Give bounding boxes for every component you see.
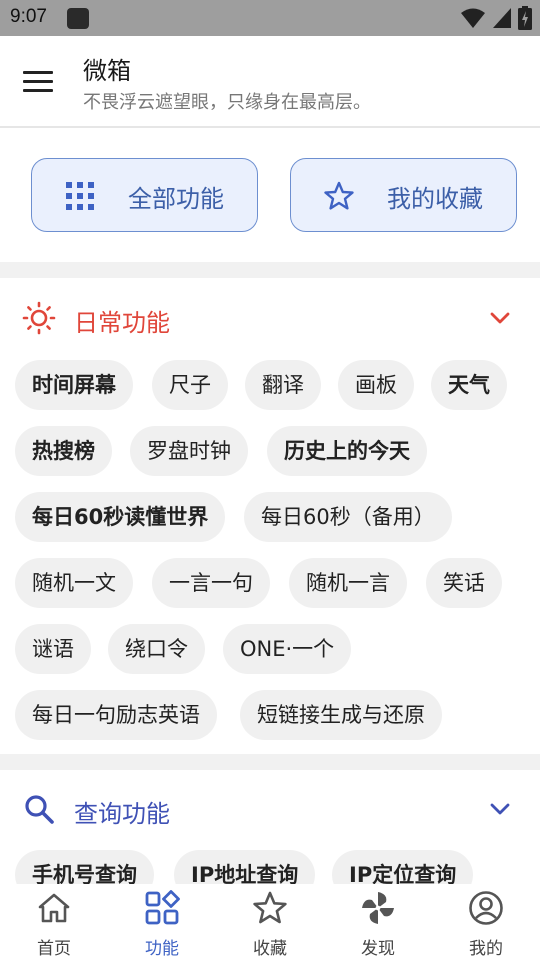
status-time: 9:07	[10, 6, 47, 27]
chip-random-article[interactable]: 随机一文	[15, 558, 133, 608]
nav-mine-label: 我的	[469, 939, 503, 959]
chevron-down-icon[interactable]	[490, 802, 510, 816]
my-favorites-button[interactable]: 我的收藏	[290, 158, 517, 232]
all-functions-button[interactable]: 全部功能	[31, 158, 258, 232]
menu-icon[interactable]	[23, 71, 53, 93]
account-icon	[469, 891, 503, 925]
pinwheel-icon	[362, 892, 394, 924]
chip-today-in-history[interactable]: 历史上的今天	[267, 426, 427, 476]
chip-ip-location[interactable]: IP定位查询	[332, 850, 474, 884]
nav-favorites-label: 收藏	[253, 939, 287, 959]
daily-functions-header[interactable]: 日常功能	[0, 287, 540, 351]
home-icon	[38, 893, 70, 923]
my-favorites-label: 我的收藏	[387, 185, 483, 213]
bottom-navigation: 首页 功能 收藏 发现 我的	[0, 884, 540, 960]
chip-60s-news[interactable]: 每日60秒读懂世界	[15, 492, 226, 542]
daily-functions-title: 日常功能	[74, 309, 170, 337]
app-bar: 微箱 不畏浮云遮望眼，只缘身在最高层。	[0, 36, 540, 128]
battery-icon	[518, 6, 532, 30]
chip-tongue-twister[interactable]: 绕口令	[108, 624, 205, 674]
chip-translate[interactable]: 翻译	[245, 360, 321, 410]
chip-one-quote[interactable]: 一言一句	[152, 558, 270, 608]
divider	[0, 754, 540, 770]
nav-home-label: 首页	[37, 939, 71, 959]
status-bar: 9:07	[0, 0, 540, 36]
signal-icon	[493, 8, 511, 28]
chip-ruler[interactable]: 尺子	[152, 360, 228, 410]
star-outline-icon	[253, 891, 287, 924]
chip-phone-lookup[interactable]: 手机号查询	[15, 850, 154, 884]
chip-one[interactable]: ONE·一个	[223, 624, 352, 674]
chip-time-screen[interactable]: 时间屏幕	[15, 360, 133, 410]
apps-icon	[145, 890, 180, 925]
search-icon	[25, 795, 54, 824]
grid-icon	[66, 182, 94, 210]
sun-icon	[22, 301, 56, 335]
chip-60s-news-backup[interactable]: 每日60秒（备用）	[244, 492, 452, 542]
divider	[0, 262, 540, 278]
nav-discover[interactable]: 发现	[324, 884, 432, 960]
nav-discover-label: 发现	[361, 939, 395, 959]
all-functions-label: 全部功能	[128, 185, 224, 213]
chevron-down-icon[interactable]	[490, 311, 510, 325]
chip-random-quote[interactable]: 随机一言	[289, 558, 407, 608]
query-chip-group: 手机号查询 IP地址查询 IP定位查询	[0, 848, 540, 884]
wifi-icon	[461, 8, 485, 28]
star-icon	[324, 181, 354, 210]
chip-short-link[interactable]: 短链接生成与还原	[240, 690, 442, 740]
chip-ip-lookup[interactable]: IP地址查询	[174, 850, 316, 884]
nav-functions-label: 功能	[145, 939, 179, 959]
query-functions-header[interactable]: 查询功能	[0, 778, 540, 842]
nav-functions[interactable]: 功能	[108, 884, 216, 960]
chip-drawing-board[interactable]: 画板	[338, 360, 414, 410]
nav-mine[interactable]: 我的	[432, 884, 540, 960]
nav-favorites[interactable]: 收藏	[216, 884, 324, 960]
query-functions-title: 查询功能	[74, 800, 170, 828]
chip-weather[interactable]: 天气	[431, 360, 507, 410]
app-title: 微箱	[83, 57, 131, 85]
chip-riddles[interactable]: 谜语	[15, 624, 91, 674]
chip-hot-search[interactable]: 热搜榜	[15, 426, 112, 476]
app-subtitle: 不畏浮云遮望眼，只缘身在最高层。	[83, 92, 371, 113]
notification-icon	[67, 8, 89, 29]
nav-home[interactable]: 首页	[0, 884, 108, 960]
chip-compass-clock[interactable]: 罗盘时钟	[130, 426, 248, 476]
chip-daily-english[interactable]: 每日一句励志英语	[15, 690, 217, 740]
chip-jokes[interactable]: 笑话	[426, 558, 502, 608]
